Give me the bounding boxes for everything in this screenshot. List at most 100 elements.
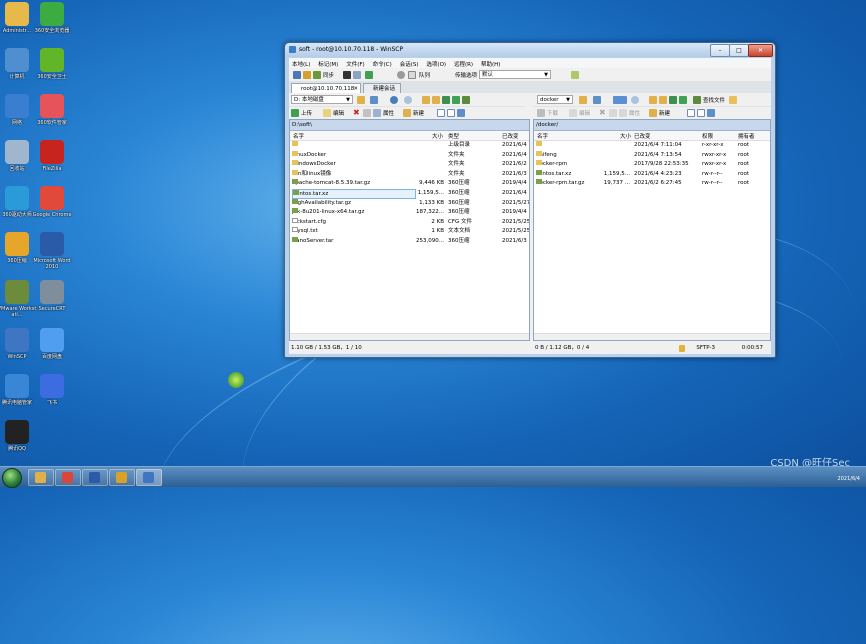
file-row[interactable]: baifeng 2021/6/4 7:13:54 rwxr-xr-x root (534, 150, 770, 161)
taskbar-button-explorer[interactable] (28, 469, 54, 486)
file-row[interactable]: win和linux镜像 文件夹 2021/6/3 (290, 169, 529, 180)
system-clock[interactable]: 2021/6/4 (838, 469, 860, 483)
tab-session-active[interactable]: root@10.10.70.118 ✕ (291, 83, 361, 93)
file-row[interactable]: .. 2021/6/4 7:11:04 r-xr-xr-x root (534, 141, 770, 151)
file-row[interactable]: centos.tar.xz 1,159,5... 360压缩 2021/6/4 (290, 188, 529, 199)
column-name[interactable]: 名字 (293, 132, 304, 140)
queue-button[interactable]: 队列 (419, 71, 430, 79)
winscp-window[interactable]: soft - root@10.10.70.118 - WinSCP – □ ✕ … (284, 42, 776, 358)
folder-open-icon[interactable] (579, 96, 587, 104)
forward-arrow-icon[interactable] (404, 96, 412, 104)
select-all-icon[interactable] (687, 109, 695, 117)
horizontal-scrollbar[interactable] (290, 333, 529, 340)
maximize-button[interactable]: □ (729, 44, 749, 57)
remote-dir-select[interactable]: docker ▼ (537, 95, 573, 104)
desktop-icon[interactable]: 360软件管家 (32, 94, 72, 126)
back-arrow-icon[interactable] (390, 96, 398, 104)
find-files-button[interactable]: 查找文件 (703, 96, 725, 104)
forward-arrow-icon[interactable] (631, 96, 639, 104)
delete-icon[interactable]: ✖ (353, 109, 361, 117)
root-dir-icon[interactable] (432, 96, 440, 104)
download-icon[interactable] (537, 109, 545, 117)
properties-icon[interactable] (619, 109, 627, 117)
parent-dir-icon[interactable] (649, 96, 657, 104)
new-button[interactable]: 新建 (413, 109, 424, 117)
edit-icon[interactable] (323, 109, 331, 117)
file-row[interactable]: LinuxDocker 文件夹 2021/6/4 (290, 150, 529, 161)
desktop-icon[interactable]: FileZilla (32, 140, 72, 172)
bookmark-icon[interactable] (729, 96, 737, 104)
putty-icon[interactable] (353, 71, 361, 79)
folder-open-icon[interactable] (357, 96, 365, 104)
compare-icon[interactable] (303, 71, 311, 79)
column-owner[interactable]: 拥有者 (738, 132, 755, 140)
download-button[interactable]: 下载 (547, 109, 558, 117)
new-icon[interactable] (649, 109, 657, 117)
desktop-icon[interactable]: Google Chrome (32, 186, 72, 218)
filter-icon[interactable] (593, 96, 601, 104)
terminal-icon[interactable] (343, 71, 351, 79)
file-row[interactable]: mysql.txt 1 KB 文本文档 2021/5/25 (290, 227, 529, 237)
deselect-icon[interactable] (447, 109, 455, 117)
file-row[interactable]: docker-rpm 2017/9/28 22:53:35 rwxr-xr-x roo… (534, 160, 770, 170)
column-changed[interactable]: 已改变 (502, 132, 519, 140)
remote-file-panel[interactable]: /docker/ 名字 大小 已改变 权限 拥有者 .. 2021/6/4 7:1… (533, 119, 771, 341)
parent-dir-icon[interactable] (422, 96, 430, 104)
file-row[interactable]: .. 上级目录 2021/6/4 (290, 141, 529, 151)
sync-browse-icon[interactable] (313, 71, 321, 79)
back-arrow-icon[interactable] (613, 96, 627, 104)
file-row[interactable]: jdk-8u201-linux-x64.tar.gz 187,322... 360压… (290, 208, 529, 218)
desktop-icon[interactable]: 飞书 (32, 374, 72, 406)
preferences-icon[interactable] (571, 71, 579, 79)
taskbar-button-chrome[interactable] (55, 469, 81, 486)
desktop-icon[interactable]: 百度网盘 (32, 328, 72, 360)
root-dir-icon[interactable] (659, 96, 667, 104)
new-button[interactable]: 新建 (659, 109, 670, 117)
file-row[interactable]: apache-tomcat-8.5.39.tar.gz 9,446 KB 360压缩… (290, 179, 529, 189)
new-session-icon[interactable] (293, 71, 301, 79)
desktop-icon[interactable]: 360安全卫士 (32, 48, 72, 80)
refresh-icon[interactable] (365, 71, 373, 79)
minimize-button[interactable]: – (710, 44, 730, 57)
edit-button[interactable]: 编辑 (333, 109, 344, 117)
taskbar-button-winscp[interactable] (136, 469, 162, 486)
column-changed[interactable]: 已改变 (634, 132, 651, 140)
properties-button[interactable]: 属性 (629, 109, 640, 117)
taskbar-button-360zip[interactable] (109, 469, 135, 486)
desktop-icon[interactable]: Microsoft Word 2010 (32, 232, 72, 270)
settings-gear-icon[interactable] (397, 71, 405, 79)
taskbar-button-word[interactable] (82, 469, 108, 486)
file-row[interactable]: centos.tar.xz 1,159,5... 2021/6/4 4:23:23 r… (534, 169, 770, 180)
close-button[interactable]: ✕ (748, 44, 773, 57)
file-row[interactable]: docker-rpm.tar.gz 19,737 ... 2021/6/2 6:27… (534, 179, 770, 189)
select-all-icon[interactable] (437, 109, 445, 117)
edit-button[interactable]: 编辑 (579, 109, 590, 117)
edit-icon[interactable] (569, 109, 577, 117)
sync-button[interactable]: 同步 (323, 71, 334, 79)
start-button[interactable] (2, 468, 22, 488)
upload-button[interactable]: 上传 (301, 109, 312, 117)
desktop-icon[interactable]: 腾讯QQ (0, 420, 37, 452)
window-titlebar[interactable]: soft - root@10.10.70.118 - WinSCP – □ ✕ (285, 43, 775, 57)
deselect-icon[interactable] (697, 109, 705, 117)
tab-new-session[interactable]: 新建会话 (363, 83, 401, 93)
transfer-settings-select[interactable]: 默认 ▼ (479, 70, 551, 79)
new-icon[interactable] (403, 109, 411, 117)
column-rights[interactable]: 权限 (702, 132, 713, 140)
delete-icon[interactable]: ✖ (599, 109, 607, 117)
find-icon[interactable] (462, 96, 470, 104)
find-icon[interactable] (693, 96, 701, 104)
local-file-panel[interactable]: D:\soft\ 名字 大小 类型 已改变 ..上级目录2021/6/4Linu… (289, 119, 530, 341)
properties-button[interactable]: 属性 (383, 109, 394, 117)
column-type[interactable]: 类型 (448, 132, 459, 140)
refresh-icon[interactable] (452, 96, 460, 104)
filter-mask-icon[interactable] (707, 109, 715, 117)
column-name[interactable]: 名字 (537, 132, 548, 140)
horizontal-scrollbar[interactable] (534, 333, 770, 340)
rename-icon[interactable] (363, 109, 371, 117)
filter-icon[interactable] (370, 96, 378, 104)
file-row[interactable]: HighAvailability.tar.gz 1,133 KB 360压缩 2021… (290, 198, 529, 209)
desktop-icon[interactable]: 360安全浏览器 (32, 2, 72, 34)
home-icon[interactable] (669, 96, 677, 104)
file-row[interactable]: kickstart.cfg 2 KB CFG 文件 2021/5/25 (290, 217, 529, 228)
